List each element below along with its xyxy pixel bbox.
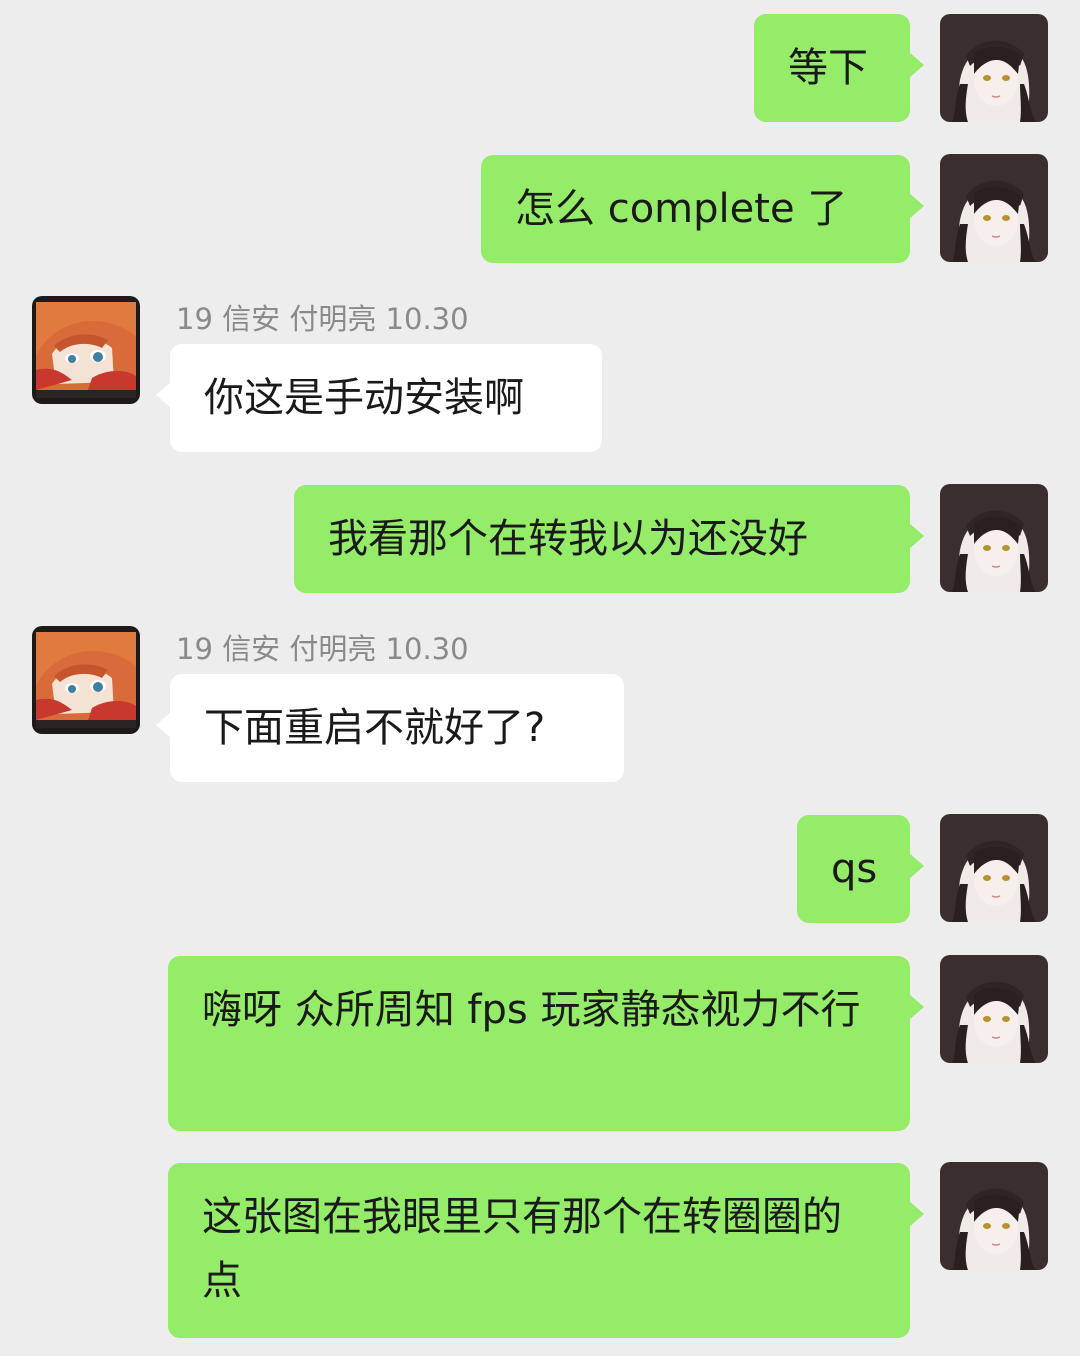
their-message-bubble[interactable]: 你这是手动安装啊 <box>156 344 602 452</box>
other-avatar-icon[interactable] <box>32 626 140 734</box>
other-avatar-icon[interactable] <box>32 296 140 404</box>
self-avatar-icon[interactable] <box>940 1162 1048 1270</box>
sender-name: 19 信安 付明亮 10.30 <box>176 302 469 336</box>
their-message-bubble[interactable]: 下面重启不就好了? <box>156 674 624 782</box>
self-avatar-icon[interactable] <box>940 484 1048 592</box>
self-avatar-icon[interactable] <box>940 14 1048 122</box>
my-message-bubble[interactable]: 这张图在我眼里只有那个在转圈圈的点 <box>168 1163 924 1338</box>
my-message-bubble[interactable]: 我看那个在转我以为还没好 <box>294 485 924 593</box>
my-message-bubble[interactable]: 嗨呀 众所周知 fps 玩家静态视力不行 <box>168 956 924 1131</box>
self-avatar-icon[interactable] <box>940 955 1048 1063</box>
my-message-bubble[interactable]: 等下 <box>754 14 924 122</box>
sender-name: 19 信安 付明亮 10.30 <box>176 632 469 666</box>
self-avatar-icon[interactable] <box>940 154 1048 262</box>
my-message-bubble[interactable]: 怎么 complete 了 <box>481 155 924 263</box>
my-message-bubble[interactable]: qs <box>797 815 924 923</box>
self-avatar-icon[interactable] <box>940 814 1048 922</box>
